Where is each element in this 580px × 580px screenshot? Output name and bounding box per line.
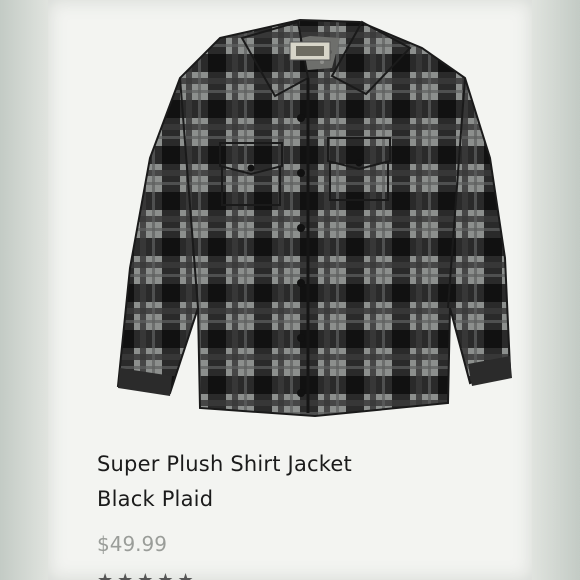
product-subtitle[interactable]: Black Plaid (97, 487, 213, 511)
product-price: $49.99 (97, 532, 167, 556)
screen-bezel-left (0, 0, 48, 580)
product-title[interactable]: Super Plush Shirt Jacket (97, 452, 352, 476)
star-rating-icon: ★★★★★ (97, 570, 198, 580)
plaid-shirt-jacket-image[interactable] (70, 8, 540, 423)
photo-frame: Super Plush Shirt Jacket Black Plaid $49… (0, 0, 580, 580)
